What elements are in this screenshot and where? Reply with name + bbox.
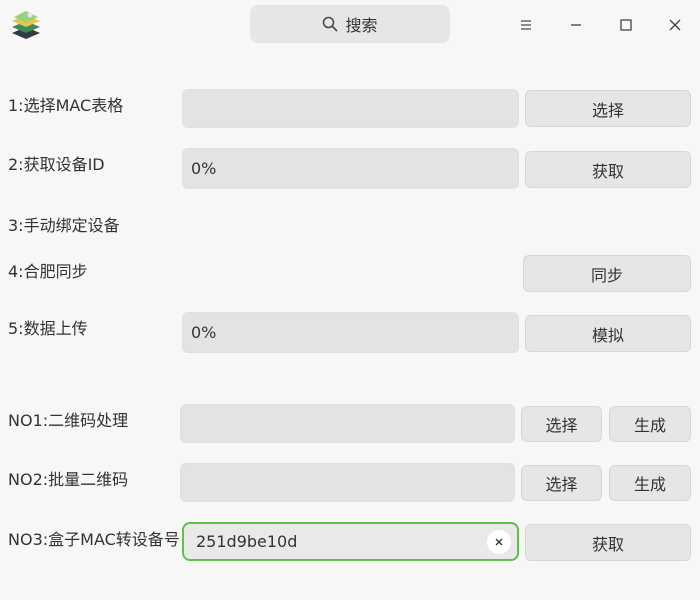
close-icon[interactable] xyxy=(663,13,687,37)
batch-qrcode-select-button[interactable]: 选择 xyxy=(521,465,602,501)
step1-label: 1:选择MAC表格 xyxy=(8,96,124,115)
layered-map-icon xyxy=(10,9,42,41)
batch-qrcode-field[interactable] xyxy=(180,463,515,502)
maximize-icon[interactable] xyxy=(614,13,638,37)
batch-qrcode-generate-button[interactable]: 生成 xyxy=(609,465,691,501)
device-id-progress-text: 0% xyxy=(191,159,217,178)
convert-mac-button[interactable]: 获取 xyxy=(525,524,691,561)
qrcode-generate-button[interactable]: 生成 xyxy=(609,406,691,442)
box-mac-input[interactable] xyxy=(196,532,476,551)
app-window: 搜索 1:选择MAC表格 选择 2:获取设备ID 0% 获取 3:手动绑定设备 … xyxy=(0,0,700,600)
step5-label: 5:数据上传 xyxy=(8,319,88,338)
search-icon xyxy=(322,16,338,32)
upload-progress: 0% xyxy=(182,312,519,353)
clear-input-icon[interactable] xyxy=(487,530,511,554)
no1-label: NO1:二维码处理 xyxy=(8,411,129,430)
qrcode-file-field[interactable] xyxy=(180,404,515,443)
search-label: 搜索 xyxy=(345,16,378,35)
mac-table-field[interactable] xyxy=(182,89,519,128)
step4-label: 4:合肥同步 xyxy=(8,262,88,281)
step2-label: 2:获取设备ID xyxy=(8,155,105,174)
search-box[interactable]: 搜索 xyxy=(250,5,450,43)
hefei-sync-button[interactable]: 同步 xyxy=(523,255,691,292)
no2-label: NO2:批量二维码 xyxy=(8,470,129,489)
device-id-progress: 0% xyxy=(182,148,519,189)
no3-label: NO3:盒子MAC转设备号 xyxy=(8,530,180,549)
title-bar: 搜索 xyxy=(0,0,700,50)
qrcode-select-button[interactable]: 选择 xyxy=(521,406,602,442)
minimize-icon[interactable] xyxy=(564,13,588,37)
upload-progress-text: 0% xyxy=(191,323,217,342)
mac-input-container xyxy=(182,522,519,561)
step3-label: 3:手动绑定设备 xyxy=(8,216,120,235)
hamburger-menu-icon[interactable] xyxy=(514,13,538,37)
fetch-device-id-button[interactable]: 获取 xyxy=(525,151,691,188)
select-mac-table-button[interactable]: 选择 xyxy=(525,90,691,127)
simulate-button[interactable]: 模拟 xyxy=(525,315,691,352)
